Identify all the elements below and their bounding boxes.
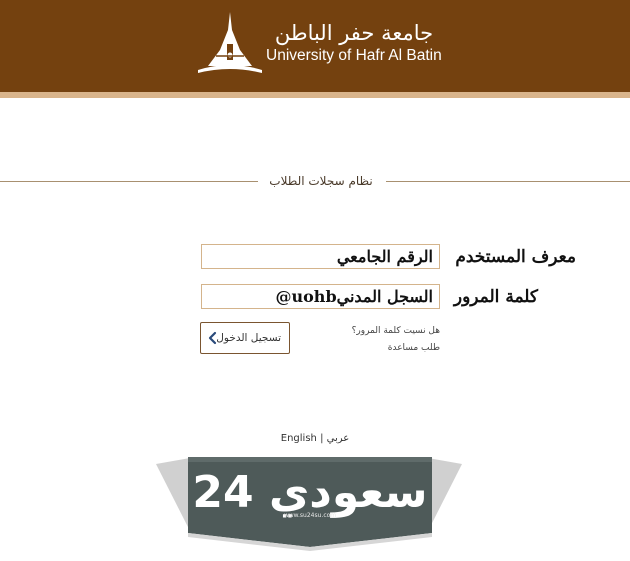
language-arabic-link[interactable]: عربي	[327, 433, 350, 444]
title-divider-right	[386, 181, 630, 182]
header-stripe	[0, 92, 630, 98]
university-name-english: University of Hafr Al Batin	[266, 47, 442, 64]
language-separator: |	[320, 433, 324, 444]
language-switcher: English | عربي	[250, 432, 380, 446]
university-name-arabic: جامعة حفر الباطن	[274, 21, 434, 45]
password-input[interactable]: السجل المدنيuohb@	[201, 284, 440, 309]
forgot-password-link[interactable]: هل نسيت كلمة المرور؟	[330, 325, 440, 337]
title-divider-left	[0, 181, 258, 182]
password-label: كلمة المرور	[453, 287, 538, 307]
username-input-value: الرقم الجامعي	[336, 247, 433, 266]
password-input-value: السجل المدنيuohb@	[275, 287, 434, 306]
system-title: نظام سجلات الطلاب	[269, 174, 373, 188]
username-label: معرف المستخدم	[455, 247, 576, 267]
watermark-url: www.su24su.com	[283, 512, 337, 519]
request-help-link[interactable]: طلب مساعدة	[330, 342, 440, 354]
language-english-link[interactable]: English	[281, 433, 317, 444]
university-logo-icon	[198, 12, 262, 73]
page-header: جامعة حفر الباطن University of Hafr Al B…	[0, 0, 630, 92]
login-button[interactable]: تسجيل الدخول	[200, 322, 290, 354]
username-input[interactable]: الرقم الجامعي	[201, 244, 440, 269]
login-button-label: تسجيل الدخول	[216, 332, 281, 344]
